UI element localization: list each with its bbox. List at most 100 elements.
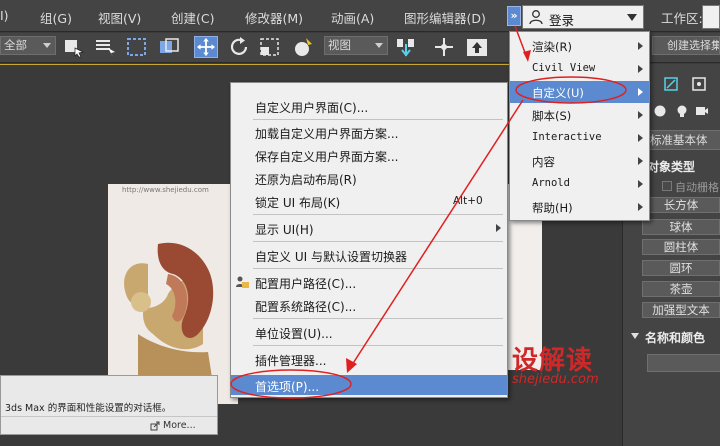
move-icon[interactable] [194,36,218,58]
menu-item-label: 显示 UI(H) [255,223,314,237]
menu-separator [253,214,503,215]
lights-icon[interactable] [675,104,689,118]
menu-item-load-ui-scheme[interactable]: 加载自定义用户界面方案... [231,122,507,142]
menu-item-animation[interactable]: 动画(A) [331,8,374,27]
menu-item-configure-system-paths[interactable]: 配置系统路径(C)... [231,295,507,315]
selection-filter-dropdown[interactable]: 全部 [0,36,56,55]
menu-item-label: 插件管理器... [255,354,327,368]
select-manipulate-icon[interactable] [432,36,456,58]
menu-item-modifiers[interactable]: 修改器(M) [245,8,303,27]
object-type-heading: 对象类型 [647,160,696,174]
menu-item-revert-startup-layout[interactable]: 还原为启动布局(R) [231,168,507,188]
menu-item-label: 脚本(S) [532,109,572,123]
login-dropdown[interactable]: 登录 [522,5,644,29]
workspace-dropdown[interactable] [702,5,720,29]
autogrid-checkbox[interactable] [662,181,672,191]
submenu-arrow-icon [638,157,643,165]
menu-item-label: 锁定 UI 布局(K) [255,196,341,210]
name-and-color-heading[interactable]: 名称和颜色 [645,329,705,346]
teapot-button[interactable]: 茶壶 [642,281,720,297]
menu-separator [253,119,503,120]
submenu-arrow-icon [638,111,643,119]
reference-coordinate-value: 视图 [328,38,351,52]
customize-submenu: 自定义用户界面(C)... 加载自定义用户界面方案... 保存自定义用户界面方案… [230,82,508,398]
menu-item-partial[interactable]: I) [0,8,9,23]
menu-item-units-setup[interactable]: 单位设置(U)... [231,322,507,342]
cameras-icon[interactable] [695,104,709,118]
submenu-arrow-icon [638,180,643,188]
menu-overflow-button[interactable]: » [507,6,521,26]
select-object-icon[interactable] [62,36,86,58]
scale-icon[interactable] [258,36,282,58]
cylinder-button[interactable]: 圆柱体 [642,239,720,255]
place-icon[interactable] [292,36,316,58]
menu-item-configure-user-paths[interactable]: 配置用户路径(C)... [231,272,507,292]
menu-item-plugin-manager[interactable]: 插件管理器... [231,349,507,369]
menu-item-graph-editors[interactable]: 图形编辑器(D) [404,8,486,27]
menu-item-lock-ui-layout[interactable]: 锁定 UI 布局(K) Alt+0 [231,191,507,211]
user-icon [529,10,543,25]
tooltip-text: 3ds Max 的界面和性能设置的对话框。 [5,403,172,414]
menu-item-label: 配置系统路径(C)... [255,300,357,314]
menu-separator [253,345,503,346]
menu-item-rendering[interactable]: 渲染(R) [510,35,649,57]
menu-item-label: 还原为启动布局(R) [255,173,357,187]
menu-item-interactive[interactable]: Interactive [510,127,649,149]
menu-item-label: 内容 [532,155,555,169]
menu-item-group[interactable]: 组(G) [40,8,72,27]
geometry-icon[interactable] [653,104,667,118]
submenu-arrow-icon [638,88,643,96]
menu-item-label: 加载自定义用户界面方案... [255,127,399,141]
chevron-down-icon [627,14,637,21]
submenu-arrow-icon [638,65,643,73]
select-by-name-icon[interactable] [93,36,117,58]
hierarchy-tab-icon[interactable] [663,76,679,92]
workspace-label: 工作区: [661,11,703,26]
menu-item-help[interactable]: 帮助(H) [510,196,649,218]
menu-item-ui-defaults-switcher[interactable]: 自定义 UI 与默认设置切换器 [231,245,507,265]
menu-item-save-ui-scheme[interactable]: 保存自定义用户界面方案... [231,145,507,165]
keyboard-shortcut-override-icon[interactable] [465,36,489,58]
sphere-button[interactable]: 球体 [642,219,720,235]
menu-item-preferences[interactable]: 首选项(P)... [231,375,507,395]
rotate-icon[interactable] [228,36,252,58]
box-button[interactable]: 长方体 [642,197,720,213]
torus-button[interactable]: 圆环 [642,260,720,276]
create-selection-set-field[interactable]: 创建选择集 [652,36,720,55]
menu-item-show-ui[interactable]: 显示 UI(H) [231,218,507,238]
rollout-collapse-icon[interactable] [631,332,639,340]
window-crossing-icon[interactable] [157,36,181,58]
brand-watermark-domain: shejiedu.com [512,372,599,387]
menu-item-label: 渲染(R) [532,40,572,54]
reference-coordinate-dropdown[interactable]: 视图 [324,36,388,55]
menu-item-shortcut: Alt+0 [453,195,483,207]
submenu-arrow-icon [638,42,643,50]
tooltip-divider [1,416,217,417]
menu-separator [253,318,503,319]
ornament-image [124,242,214,384]
submenu-arrow-icon [638,134,643,142]
menu-item-views[interactable]: 视图(V) [98,8,141,27]
menu-item-label: 首选项(P)... [255,380,320,394]
pivot-center-icon[interactable] [394,36,418,58]
object-category-dropdown[interactable]: 标准基本体 [645,130,720,150]
chevron-down-icon [43,43,51,48]
menu-item-label: Arnold [532,177,570,189]
rectangular-selection-icon[interactable] [125,36,149,58]
menu-item-customize-ui[interactable]: 自定义用户界面(C)... [231,96,507,116]
menu-item-label: 配置用户路径(C)... [255,277,357,291]
menu-item-scripting[interactable]: 脚本(S) [510,104,649,126]
menu-item-customize[interactable]: 自定义(U) [510,81,649,103]
menu-item-content[interactable]: 内容 [510,150,649,172]
create-selection-set-label: 创建选择集 [667,39,720,52]
menu-item-create[interactable]: 创建(C) [171,8,214,27]
object-category-value: 标准基本体 [650,133,708,147]
text-plus-button[interactable]: 加强型文本 [642,302,720,318]
submenu-arrow-icon [496,224,501,232]
tooltip-more-link[interactable]: More... [163,420,196,431]
menu-item-civil-view[interactable]: Civil View [510,58,649,80]
login-label: 登录 [549,13,575,28]
motion-tab-icon[interactable] [691,76,707,92]
object-name-field[interactable] [647,354,720,372]
menu-item-arnold[interactable]: Arnold [510,173,649,195]
